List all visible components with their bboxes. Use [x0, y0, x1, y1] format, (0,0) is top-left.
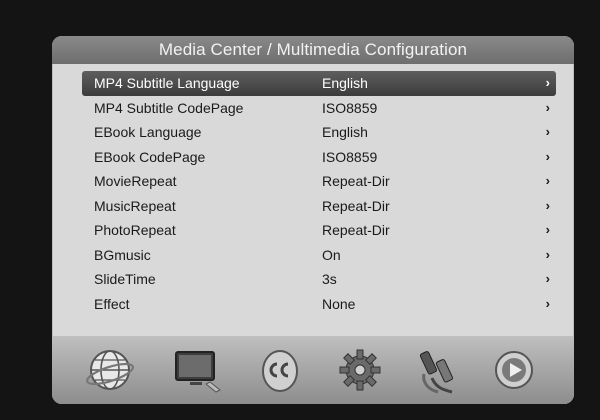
globe-icon[interactable]	[84, 344, 136, 396]
menu-row-value: ISO8859	[322, 148, 378, 165]
menu-row-label: Effect	[94, 295, 130, 312]
tv-screen: Media Center / Multimedia Configuration …	[0, 0, 600, 420]
menu-row-value: None	[322, 295, 356, 312]
menu-row-music-repeat[interactable]: MusicRepeat Repeat-Dir ›	[82, 194, 556, 219]
subtitle-cc-icon[interactable]	[254, 344, 306, 396]
bottom-icon-dock	[52, 336, 574, 404]
menu-row-value: English	[322, 75, 368, 91]
menu-row-value: ISO8859	[322, 99, 378, 116]
menu-row-mp4-subtitle-codepage[interactable]: MP4 Subtitle CodePage ISO8859 ›	[82, 96, 556, 121]
page-title: Media Center / Multimedia Configuration	[52, 36, 574, 64]
menu-row-value: On	[322, 246, 341, 263]
settings-panel: Media Center / Multimedia Configuration …	[52, 36, 574, 404]
chevron-right-icon: ›	[545, 173, 550, 188]
menu-row-mp4-subtitle-language[interactable]: MP4 Subtitle Language English ›	[82, 71, 556, 96]
menu-row-bg-music[interactable]: BGmusic On ›	[82, 243, 556, 268]
menu-row-label: MusicRepeat	[94, 197, 176, 214]
menu-row-value: Repeat-Dir	[322, 222, 390, 238]
menu-row-label: EBook Language	[94, 124, 202, 140]
menu-row-label: SlideTime	[94, 271, 156, 287]
gear-icon[interactable]	[334, 344, 386, 396]
chevron-right-icon: ›	[545, 271, 550, 286]
menu-row-value: 3s	[322, 271, 337, 287]
menu-row-label: BGmusic	[94, 246, 151, 263]
chevron-right-icon: ›	[545, 197, 550, 213]
chevron-right-icon: ›	[545, 222, 550, 237]
chevron-right-icon: ›	[545, 246, 550, 262]
menu-row-label: EBook CodePage	[94, 148, 206, 165]
chevron-right-icon: ›	[545, 75, 550, 90]
chevron-right-icon: ›	[545, 148, 550, 164]
chevron-right-icon: ›	[545, 99, 550, 115]
menu-row-movie-repeat[interactable]: MovieRepeat Repeat-Dir ›	[82, 169, 556, 194]
connector-cable-icon[interactable]	[412, 344, 464, 396]
play-button-icon[interactable]	[488, 344, 540, 396]
settings-menu: MP4 Subtitle Language English › MP4 Subt…	[82, 71, 556, 316]
chevron-right-icon: ›	[545, 124, 550, 139]
monitor-icon[interactable]	[170, 344, 222, 396]
chevron-right-icon: ›	[545, 295, 550, 311]
menu-row-photo-repeat[interactable]: PhotoRepeat Repeat-Dir ›	[82, 218, 556, 243]
menu-row-effect[interactable]: Effect None ›	[82, 292, 556, 317]
menu-row-label: MovieRepeat	[94, 173, 177, 189]
menu-row-value: English	[322, 124, 368, 140]
menu-row-ebook-codepage[interactable]: EBook CodePage ISO8859 ›	[82, 145, 556, 170]
menu-row-label: PhotoRepeat	[94, 222, 176, 238]
menu-row-label: MP4 Subtitle CodePage	[94, 99, 244, 116]
menu-row-value: Repeat-Dir	[322, 173, 390, 189]
menu-row-value: Repeat-Dir	[322, 197, 390, 214]
menu-row-label: MP4 Subtitle Language	[94, 75, 240, 91]
menu-row-slide-time[interactable]: SlideTime 3s ›	[82, 267, 556, 292]
menu-row-ebook-language[interactable]: EBook Language English ›	[82, 120, 556, 145]
